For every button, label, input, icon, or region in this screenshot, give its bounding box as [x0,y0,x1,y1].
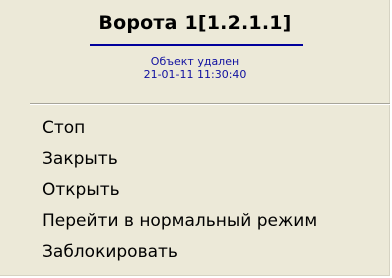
menu-item-normal-mode[interactable]: Перейти в нормальный режим [0,205,390,237]
menu-item-open[interactable]: Открыть [0,174,390,206]
menu-item-label: Закрыть [42,149,118,169]
context-menu: Ворота 1[1.2.1.1] Объект удален 21-01-11… [0,0,390,276]
menu-title: Ворота 1[1.2.1.1] [98,12,292,34]
menu-item-label: Стоп [42,118,86,138]
menu-item-label: Заблокировать [42,242,178,262]
menu-item-label: Открыть [42,180,120,200]
status-timestamp: 21-01-11 11:30:40 [143,68,247,81]
menu-item-label: Перейти в нормальный режим [42,211,318,231]
menu-item-stop[interactable]: Стоп [0,112,390,144]
menu-header: Ворота 1[1.2.1.1] Объект удален 21-01-11… [0,0,390,104]
title-underline [90,44,303,46]
menu-item-block[interactable]: Заблокировать [0,236,390,268]
menu-divider-highlight [30,104,390,105]
menu-item-close[interactable]: Закрыть [0,143,390,175]
object-status: Объект удален [150,55,240,68]
